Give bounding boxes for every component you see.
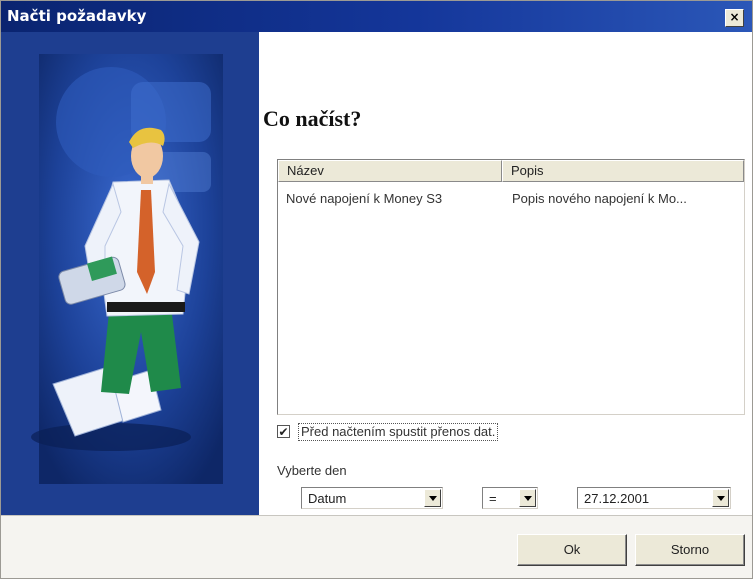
operator-select[interactable]: = <box>482 487 538 509</box>
date-select[interactable]: 27.12.2001 <box>577 487 731 509</box>
day-type-value: Datum <box>308 491 347 506</box>
column-header-description[interactable]: Popis <box>502 160 744 182</box>
list-item[interactable]: Nové napojení k Money S3 Popis nového na… <box>278 188 744 210</box>
window-title: Načti požadavky <box>7 7 147 25</box>
requirements-list[interactable]: Název Popis Nové napojení k Money S3 Pop… <box>277 159 745 415</box>
transfer-checkbox[interactable]: ✔ <box>277 425 290 439</box>
transfer-checkbox-label[interactable]: Před načtením spustit přenos dat. <box>298 423 499 441</box>
chevron-down-icon[interactable] <box>712 489 729 507</box>
wizard-illustration <box>1 32 259 515</box>
operator-value: = <box>489 491 497 506</box>
list-item-description: Popis nového napojení k Mo... <box>512 191 687 206</box>
day-label: Vyberte den <box>277 463 347 478</box>
date-value: 27.12.2001 <box>584 491 650 506</box>
businessman-illustration <box>1 32 259 515</box>
list-item-name: Nové napojení k Money S3 <box>286 191 443 206</box>
list-header: Název Popis <box>278 160 744 182</box>
title-bar: Načti požadavky × <box>1 1 752 32</box>
page-heading: Co načíst? <box>263 106 362 131</box>
chevron-down-icon[interactable] <box>519 489 536 507</box>
dialog-window: Načti požadavky × Co načíst? Název Popis… <box>0 0 753 579</box>
ok-button[interactable]: Ok <box>517 534 627 566</box>
cancel-button[interactable]: Storno <box>635 534 745 566</box>
column-header-name[interactable]: Název <box>278 160 502 182</box>
dialog-body: Co načíst? Název Popis Nové napojení k M… <box>1 32 752 515</box>
footer-divider <box>1 515 752 516</box>
chevron-down-icon[interactable] <box>424 489 441 507</box>
close-button[interactable]: × <box>725 9 744 27</box>
day-type-select[interactable]: Datum <box>301 487 443 509</box>
